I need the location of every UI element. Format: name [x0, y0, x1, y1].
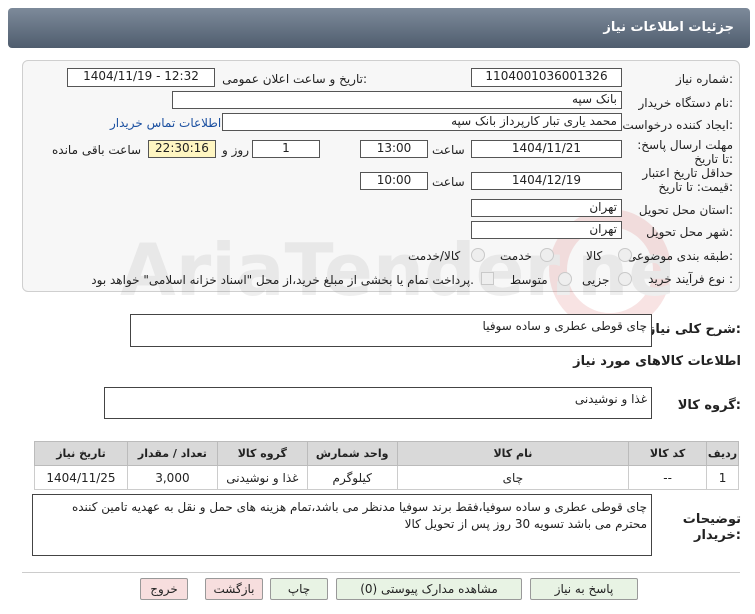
- deadline-label: مهلت ارسال پاسخ: تا تاریخ:: [637, 138, 733, 166]
- category-option-goods-service: کالا/خدمت: [408, 249, 461, 263]
- category-radio-goods[interactable]: [618, 248, 632, 262]
- footer-divider: [22, 572, 740, 573]
- col-header-qty: تعداد / مقدار: [126, 441, 218, 466]
- col-header-row: ردیف: [706, 441, 739, 466]
- view-docs-button[interactable]: مشاهده مدارک پیوستی (0): [336, 578, 522, 600]
- reply-button[interactable]: پاسخ به نیاز: [530, 578, 638, 600]
- deadline-time-field: 13:00: [360, 140, 428, 158]
- col-header-date: تاریخ نیاز: [34, 441, 128, 466]
- city-label: شهر محل تحویل:: [646, 225, 733, 239]
- validity-date-field: 1404/12/19: [471, 172, 622, 190]
- summary-label: شرح کلی نیاز:: [647, 322, 741, 337]
- category-option-goods: کالا: [586, 249, 603, 263]
- col-header-unit: واحد شمارش: [306, 441, 398, 466]
- validity-time-field: 10:00: [360, 172, 428, 190]
- remaining-label: ساعت باقی مانده: [52, 143, 142, 157]
- process-option-minor: جزیی: [582, 273, 610, 287]
- days-label: روز و: [222, 143, 249, 157]
- need-number-label: شماره نیاز:: [675, 72, 733, 86]
- cell-unit: کیلوگرم: [306, 465, 398, 490]
- announce-label: تاریخ و ساعت اعلان عمومی:: [222, 72, 367, 86]
- buyer-notes-field: چای قوطی عطری و ساده سوفیا،فقط برند سوفی…: [32, 494, 652, 556]
- remaining-time-field: 22:30:16: [148, 140, 216, 158]
- province-label: استان محل تحویل:: [638, 203, 733, 217]
- table-row: 1 -- چای کیلوگرم غذا و نوشیدنی 3,000 140…: [34, 465, 739, 490]
- cell-name: چای: [396, 465, 630, 490]
- cell-qty: 3,000: [126, 465, 218, 490]
- announce-field: 1404/11/19 - 12:32: [67, 68, 215, 87]
- buyer-org-field: بانک سپه: [172, 91, 622, 109]
- col-header-name: نام کالا: [396, 441, 630, 466]
- cell-code: --: [628, 465, 708, 490]
- process-option-medium: متوسط: [510, 273, 548, 287]
- goods-section-title: اطلاعات کالاهای مورد نیاز: [573, 354, 741, 369]
- validity-time-label: ساعت: [432, 175, 465, 189]
- page-title-bar: جزئیات اطلاعات نیاز: [8, 8, 750, 48]
- goods-group-label: گروه کالا:: [677, 398, 741, 413]
- deadline-date-field: 1404/11/21: [471, 140, 622, 158]
- summary-field: چای قوطی عطری و ساده سوفیا: [130, 314, 652, 347]
- watermark-text: AriaTender.net: [120, 228, 670, 312]
- back-button[interactable]: بازگشت: [205, 578, 263, 600]
- deadline-time-label: ساعت: [432, 143, 465, 157]
- cell-date: 1404/11/25: [34, 465, 128, 490]
- category-label: طبقه بندی موضوعی:: [626, 249, 733, 263]
- goods-group-field: غذا و نوشیدنی: [104, 387, 652, 419]
- cell-row-number: 1: [706, 465, 739, 490]
- category-radio-service[interactable]: [540, 248, 554, 262]
- category-radio-goods-service[interactable]: [471, 248, 485, 262]
- col-header-code: کد کالا: [628, 441, 708, 466]
- process-radio-minor[interactable]: [618, 272, 632, 286]
- treasury-note: پرداخت تمام یا بخشی از مبلغ خرید،از محل …: [91, 273, 474, 287]
- days-field: 1: [252, 140, 320, 158]
- goods-table: ردیف کد کالا نام کالا واحد شمارش گروه کا…: [34, 441, 739, 490]
- province-field: تهران: [471, 199, 622, 217]
- treasury-checkbox[interactable]: [481, 272, 494, 285]
- buyer-org-label: نام دستگاه خریدار:: [638, 96, 734, 110]
- buyer-notes-label: توضیحات خریدار:: [682, 512, 741, 543]
- process-radio-medium[interactable]: [558, 272, 572, 286]
- contact-info-link[interactable]: اطلاعات تماس خریدار: [110, 116, 221, 130]
- requester-label: ایجاد کننده درخواست:: [622, 118, 733, 132]
- category-option-service: خدمت: [500, 249, 532, 263]
- cell-group: غذا و نوشیدنی: [216, 465, 308, 490]
- requester-field: محمد یاری تبار کارپرداز بانک سپه: [222, 113, 622, 131]
- col-header-group: گروه کالا: [216, 441, 308, 466]
- need-number-field: 1104001036001326: [471, 68, 622, 87]
- process-label: نوع فرآیند خرید :: [648, 272, 733, 286]
- page-title: جزئیات اطلاعات نیاز: [603, 20, 734, 35]
- city-field: تهران: [471, 221, 622, 239]
- exit-button[interactable]: خروج: [140, 578, 188, 600]
- print-button[interactable]: چاپ: [270, 578, 328, 600]
- validity-label: حداقل تاریخ اعتبار قیمت: تا تاریخ:: [642, 166, 733, 194]
